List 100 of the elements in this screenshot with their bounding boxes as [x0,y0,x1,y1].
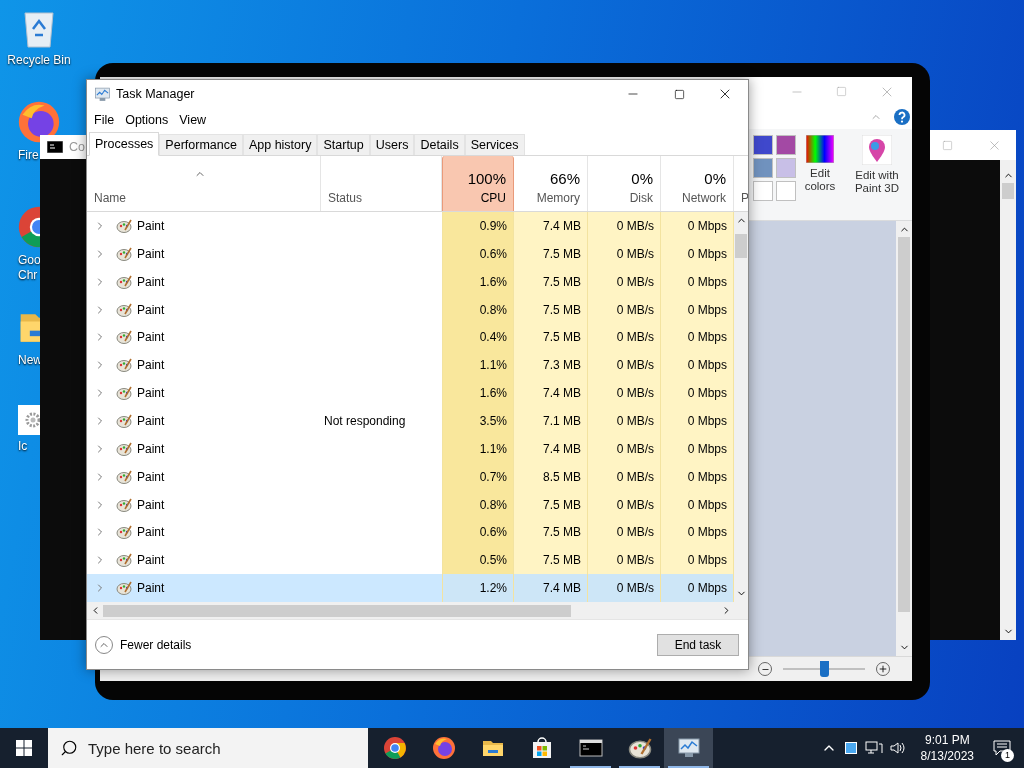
process-row[interactable]: Paint 1.1% 7.3 MB 0 MB/s 0 Mbps [87,351,734,380]
help-icon[interactable] [894,109,910,125]
metric-value: 0 Mbps [687,552,727,570]
column-header[interactable]: Name [87,156,321,211]
metric-value: 0.5% [479,552,507,570]
process-row[interactable]: Paint 1.6% 7.5 MB 0 MB/s 0 Mbps [87,267,734,296]
fewer-details-toggle[interactable]: Fewer details [95,635,192,654]
metric-value: 0 MB/s [616,245,654,263]
tab[interactable]: App history [242,134,318,155]
taskbar-app[interactable] [664,728,713,768]
palette-icon [116,440,132,457]
speech-bubble-icon [993,740,1011,756]
metric-value: 7.4 MB [543,580,581,598]
process-name: Paint [137,329,165,347]
column-header[interactable]: 0% Disk [588,156,661,211]
horizontal-scrollbar[interactable] [87,602,748,619]
process-row[interactable]: Paint 0.6% 7.5 MB 0 MB/s 0 Mbps [87,518,734,547]
tab[interactable]: Startup [317,134,370,155]
column-header[interactable]: 66% Memory [514,156,588,211]
color-swatch[interactable] [776,181,796,201]
menu-item[interactable]: File [89,110,120,130]
metric-value: 0 MB/s [616,440,654,458]
process-name: Paint [137,357,165,375]
metric-value: 0 Mbps [687,412,727,430]
tab[interactable]: Users [369,134,415,155]
column-header[interactable]: 0% Network [661,156,734,211]
tray-app-icon[interactable] [844,742,857,754]
metric-value: 0 MB/s [616,329,654,347]
column-header: P [741,190,748,207]
search-field[interactable]: Type here to search [48,728,368,768]
scrollbar-thumb[interactable] [735,234,747,258]
end-task-button[interactable]: End task [657,633,739,656]
metric-value: 0.7% [479,468,507,486]
monitor-graph-icon [676,736,701,760]
menu-item[interactable]: Options [120,110,174,130]
tab[interactable]: Processes [89,132,160,156]
color-swatch[interactable] [776,135,796,155]
color-swatch[interactable] [753,135,773,155]
process-name: Paint [137,580,165,598]
metric-value: 1.2% [479,580,507,598]
process-row[interactable]: Paint 0.4% 7.5 MB 0 MB/s 0 Mbps [87,323,734,352]
palette-icon [116,524,132,541]
maximize-icon[interactable] [836,86,847,97]
menu-item[interactable]: View [174,110,212,130]
icon-label: New [18,353,42,368]
palette-icon [116,357,132,374]
process-row[interactable]: Paint 0.5% 7.5 MB 0 MB/s 0 Mbps [87,546,734,575]
metric-value: 0.6% [479,245,507,263]
scrollbar-thumb[interactable] [1002,183,1014,199]
process-row[interactable]: Paint Not responding 3.5% 7.1 MB 0 MB/s 0 Mbps [87,407,734,435]
tab[interactable]: Services [464,134,525,155]
metric-value: 7.5 MB [543,552,581,570]
edit-colors-button[interactable]: Edit colors [800,135,840,193]
metric-value: 0 MB/s [616,496,654,514]
process-row[interactable]: Paint 0.9% 7.4 MB 0 MB/s 0 Mbps [87,212,734,240]
palette-icon [116,217,132,234]
paint-3d-button[interactable]: Edit with Paint 3D [848,135,906,195]
metric-value: 0.9% [479,217,507,235]
metric-value: 1.1% [479,440,507,458]
running-indicator [668,766,709,768]
process-row[interactable]: Paint 1.6% 7.4 MB 0 MB/s 0 Mbps [87,379,734,407]
network-icon[interactable] [864,740,883,756]
process-row[interactable]: Paint 0.6% 7.5 MB 0 MB/s 0 Mbps [87,239,734,268]
process-name: Paint [137,273,165,291]
color-swatch[interactable] [753,181,773,201]
scrollbar-thumb[interactable] [103,604,571,617]
process-row[interactable]: Paint 1.1% 7.4 MB 0 MB/s 0 Mbps [87,434,734,463]
process-name: Paint [137,496,165,514]
slider-thumb[interactable] [820,661,829,677]
tab[interactable]: Details [414,134,465,155]
process-row[interactable]: Paint 0.8% 7.5 MB 0 MB/s 0 Mbps [87,490,734,519]
metric-value: 7.5 MB [543,273,581,291]
column-header[interactable]: 100% CPU [442,156,514,211]
process-name: Paint [137,440,165,458]
process-row[interactable]: Paint 0.7% 8.5 MB 0 MB/s 0 Mbps [87,462,734,491]
color-swatch[interactable] [776,158,796,178]
maximize-icon [673,88,685,100]
process-row[interactable]: Paint 0.8% 7.5 MB 0 MB/s 0 Mbps [87,295,734,324]
spectrum-icon [806,135,834,163]
firefox-icon [431,736,456,760]
palette-icon [116,468,132,485]
vertical-scrollbar[interactable] [1000,160,1016,640]
metric-value: 0 Mbps [687,245,727,263]
metric-value: 7.3 MB [543,357,581,375]
clock[interactable]: 9:01 PM 8/13/2023 [914,732,980,764]
metric-value: 0.4% [479,329,507,347]
notifications-button[interactable]: 1 [980,728,1024,768]
metric-value: 0.8% [479,301,507,319]
process-name: Paint [137,385,165,403]
color-swatch[interactable] [753,158,773,178]
scrollbar-thumb[interactable] [898,237,910,612]
icon-label: Fire [18,148,39,163]
tab[interactable]: Performance [159,134,243,155]
volume-icon[interactable] [888,740,907,756]
vertical-scrollbar[interactable] [896,221,912,656]
metric-value: 0 MB/s [616,301,654,319]
terminal-icon [47,141,63,153]
vertical-scrollbar[interactable] [734,212,748,602]
maximize-icon[interactable] [942,139,953,151]
metric-value: 0 Mbps [687,385,727,403]
